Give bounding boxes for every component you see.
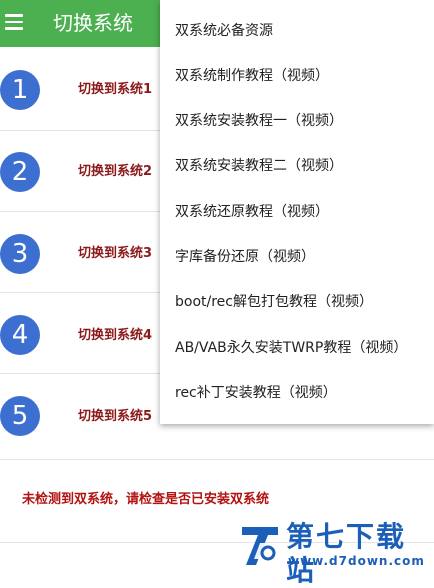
menu-item-font-backup[interactable]: 字库备份还原（视频）: [175, 247, 315, 267]
menu-item-twrp-install[interactable]: AB/VAB永久安装TWRP教程（视频）: [175, 338, 407, 358]
switch-system-4-label[interactable]: 切换到系统4: [78, 327, 152, 345]
hamburger-icon[interactable]: [5, 14, 23, 30]
watermark-logo: 第七下载站 www.d7down.com: [238, 520, 428, 587]
menu-item-restore-tutorial[interactable]: 双系统还原教程（视频）: [175, 202, 329, 222]
switch-system-2-label[interactable]: 切换到系统2: [78, 163, 152, 181]
watermark-logo-icon: [242, 527, 278, 565]
switch-system-3-label[interactable]: 切换到系统3: [78, 245, 152, 263]
switch-system-1-label[interactable]: 切换到系统1: [78, 81, 152, 99]
number-badge-3: 3: [0, 234, 40, 274]
page-title: 切换系统: [53, 11, 133, 35]
overflow-menu: 双系统必备资源 双系统制作教程（视频） 双系统安装教程一（视频） 双系统安装教程…: [160, 0, 434, 424]
menu-item-install-tutorial-1[interactable]: 双系统安装教程一（视频）: [175, 111, 343, 131]
menu-item-rec-patch[interactable]: rec补丁安装教程（视频）: [175, 383, 337, 403]
number-badge-4: 4: [0, 315, 40, 355]
switch-system-5-label[interactable]: 切换到系统5: [78, 408, 152, 426]
watermark-url: www.d7down.com: [288, 554, 425, 568]
no-dual-system-warning: 未检测到双系统，请检查是否已安装双系统: [22, 492, 270, 507]
menu-item-essential-resources[interactable]: 双系统必备资源: [175, 21, 273, 41]
number-badge-5: 5: [0, 396, 40, 436]
menu-item-make-tutorial[interactable]: 双系统制作教程（视频）: [175, 66, 329, 86]
menu-item-install-tutorial-2[interactable]: 双系统安装教程二（视频）: [175, 156, 343, 176]
number-badge-2: 2: [0, 152, 40, 192]
number-badge-1: 1: [0, 70, 40, 110]
menu-item-boot-rec-unpack[interactable]: boot/rec解包打包教程（视频）: [175, 292, 373, 312]
